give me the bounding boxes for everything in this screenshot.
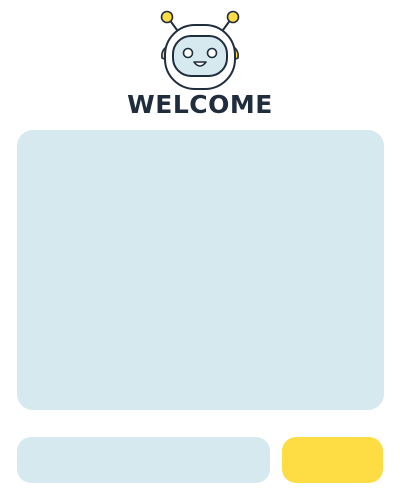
chat-message-area[interactable]	[17, 130, 384, 410]
robot-mascot-icon	[155, 8, 245, 92]
send-button[interactable]	[282, 437, 383, 483]
page-title: WELCOME	[127, 90, 273, 119]
header: WELCOME	[0, 0, 400, 125]
message-input[interactable]	[17, 437, 270, 483]
